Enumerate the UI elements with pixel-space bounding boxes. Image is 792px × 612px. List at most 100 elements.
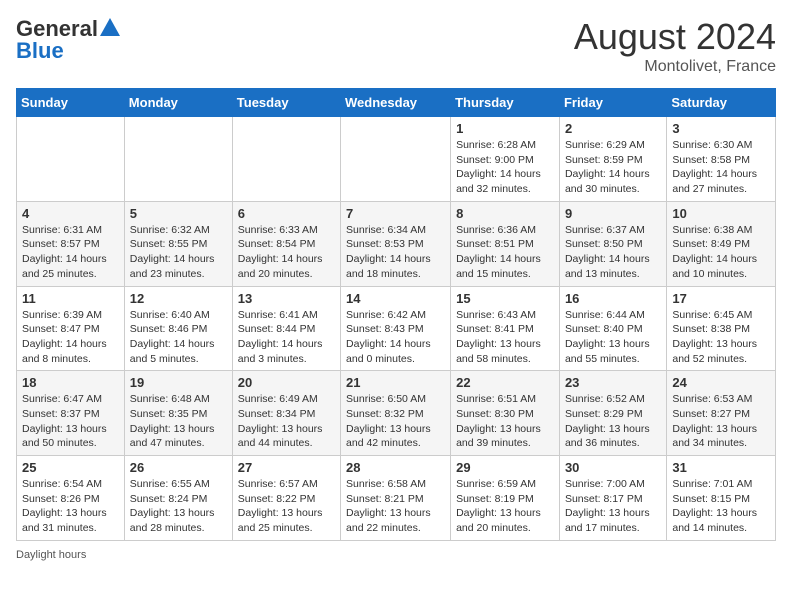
- day-info: Sunrise: 6:39 AMSunset: 8:47 PMDaylight:…: [22, 308, 119, 367]
- day-number: 15: [456, 291, 554, 306]
- logo-triangle-icon: [100, 18, 120, 36]
- calendar-cell: 30 Sunrise: 7:00 AMSunset: 8:17 PMDayligh…: [559, 456, 666, 541]
- day-info: Sunrise: 6:59 AMSunset: 8:19 PMDaylight:…: [456, 477, 554, 536]
- day-number: 3: [672, 121, 770, 136]
- calendar-cell: [341, 117, 451, 202]
- calendar-cell: 25 Sunrise: 6:54 AMSunset: 8:26 PMDayligh…: [17, 456, 125, 541]
- day-info: Sunrise: 6:58 AMSunset: 8:21 PMDaylight:…: [346, 477, 445, 536]
- day-info: Sunrise: 6:48 AMSunset: 8:35 PMDaylight:…: [130, 392, 227, 451]
- day-info: Sunrise: 6:44 AMSunset: 8:40 PMDaylight:…: [565, 308, 661, 367]
- day-info: Sunrise: 6:52 AMSunset: 8:29 PMDaylight:…: [565, 392, 661, 451]
- day-number: 5: [130, 206, 227, 221]
- day-number: 14: [346, 291, 445, 306]
- day-number: 24: [672, 375, 770, 390]
- day-number: 29: [456, 460, 554, 475]
- day-info: Sunrise: 6:53 AMSunset: 8:27 PMDaylight:…: [672, 392, 770, 451]
- day-info: Sunrise: 6:55 AMSunset: 8:24 PMDaylight:…: [130, 477, 227, 536]
- calendar-cell: 6 Sunrise: 6:33 AMSunset: 8:54 PMDaylight…: [232, 201, 340, 286]
- day-number: 7: [346, 206, 445, 221]
- calendar-cell: 13 Sunrise: 6:41 AMSunset: 8:44 PMDayligh…: [232, 286, 340, 371]
- day-info: Sunrise: 6:29 AMSunset: 8:59 PMDaylight:…: [565, 138, 661, 197]
- day-number: 30: [565, 460, 661, 475]
- day-number: 12: [130, 291, 227, 306]
- day-number: 16: [565, 291, 661, 306]
- calendar-cell: 20 Sunrise: 6:49 AMSunset: 8:34 PMDayligh…: [232, 371, 340, 456]
- day-info: Sunrise: 6:38 AMSunset: 8:49 PMDaylight:…: [672, 223, 770, 282]
- calendar-cell: 15Sunrise: 6:43 AMSunset: 8:41 PMDayligh…: [451, 286, 560, 371]
- day-number: 31: [672, 460, 770, 475]
- day-info: Sunrise: 6:57 AMSunset: 8:22 PMDaylight:…: [238, 477, 335, 536]
- calendar-cell: 7 Sunrise: 6:34 AMSunset: 8:53 PMDaylight…: [341, 201, 451, 286]
- calendar-table: SundayMondayTuesdayWednesdayThursdayFrid…: [16, 88, 776, 541]
- header: General Blue August 2024 Montolivet, Fra…: [16, 16, 776, 76]
- day-info: Sunrise: 6:31 AMSunset: 8:57 PMDaylight:…: [22, 223, 119, 282]
- week-row-2: 4 Sunrise: 6:31 AMSunset: 8:57 PMDaylight…: [17, 201, 776, 286]
- day-number: 21: [346, 375, 445, 390]
- day-number: 20: [238, 375, 335, 390]
- calendar-cell: 8 Sunrise: 6:36 AMSunset: 8:51 PMDaylight…: [451, 201, 560, 286]
- day-header-saturday: Saturday: [667, 89, 776, 117]
- calendar-cell: 21 Sunrise: 6:50 AMSunset: 8:32 PMDayligh…: [341, 371, 451, 456]
- day-number: 27: [238, 460, 335, 475]
- calendar-cell: 29 Sunrise: 6:59 AMSunset: 8:19 PMDayligh…: [451, 456, 560, 541]
- logo: General Blue: [16, 16, 120, 64]
- week-row-3: 11 Sunrise: 6:39 AMSunset: 8:47 PMDayligh…: [17, 286, 776, 371]
- calendar-cell: 5 Sunrise: 6:32 AMSunset: 8:55 PMDaylight…: [124, 201, 232, 286]
- day-info: Sunrise: 6:42 AMSunset: 8:43 PMDaylight:…: [346, 308, 445, 367]
- day-number: 11: [22, 291, 119, 306]
- day-number: 1: [456, 121, 554, 136]
- day-info: Sunrise: 6:51 AMSunset: 8:30 PMDaylight:…: [456, 392, 554, 451]
- week-row-4: 18Sunrise: 6:47 AMSunset: 8:37 PMDayligh…: [17, 371, 776, 456]
- day-info: Sunrise: 6:45 AMSunset: 8:38 PMDaylight:…: [672, 308, 770, 367]
- day-number: 23: [565, 375, 661, 390]
- calendar-cell: 23 Sunrise: 6:52 AMSunset: 8:29 PMDayligh…: [559, 371, 666, 456]
- location: Montolivet, France: [574, 58, 776, 76]
- day-header-thursday: Thursday: [451, 89, 560, 117]
- day-info: Sunrise: 6:49 AMSunset: 8:34 PMDaylight:…: [238, 392, 335, 451]
- week-row-1: 1 Sunrise: 6:28 AMSunset: 9:00 PMDaylight…: [17, 117, 776, 202]
- calendar-cell: [232, 117, 340, 202]
- day-number: 17: [672, 291, 770, 306]
- calendar-cell: 24 Sunrise: 6:53 AMSunset: 8:27 PMDayligh…: [667, 371, 776, 456]
- day-info: Sunrise: 6:41 AMSunset: 8:44 PMDaylight:…: [238, 308, 335, 367]
- day-info: Sunrise: 6:30 AMSunset: 8:58 PMDaylight:…: [672, 138, 770, 197]
- day-number: 8: [456, 206, 554, 221]
- day-info: Sunrise: 7:00 AMSunset: 8:17 PMDaylight:…: [565, 477, 661, 536]
- logo-blue: Blue: [16, 38, 64, 64]
- day-number: 4: [22, 206, 119, 221]
- calendar-cell: 31 Sunrise: 7:01 AMSunset: 8:15 PMDayligh…: [667, 456, 776, 541]
- calendar-cell: 22Sunrise: 6:51 AMSunset: 8:30 PMDayligh…: [451, 371, 560, 456]
- calendar-cell: 14 Sunrise: 6:42 AMSunset: 8:43 PMDayligh…: [341, 286, 451, 371]
- day-info: Sunrise: 6:50 AMSunset: 8:32 PMDaylight:…: [346, 392, 445, 451]
- day-info: Sunrise: 6:54 AMSunset: 8:26 PMDaylight:…: [22, 477, 119, 536]
- day-number: 6: [238, 206, 335, 221]
- day-number: 13: [238, 291, 335, 306]
- day-number: 19: [130, 375, 227, 390]
- day-number: 10: [672, 206, 770, 221]
- calendar-cell: 27 Sunrise: 6:57 AMSunset: 8:22 PMDayligh…: [232, 456, 340, 541]
- day-header-sunday: Sunday: [17, 89, 125, 117]
- calendar-cell: 3 Sunrise: 6:30 AMSunset: 8:58 PMDaylight…: [667, 117, 776, 202]
- calendar-cell: 9 Sunrise: 6:37 AMSunset: 8:50 PMDaylight…: [559, 201, 666, 286]
- calendar-cell: 17 Sunrise: 6:45 AMSunset: 8:38 PMDayligh…: [667, 286, 776, 371]
- calendar-cell: 10 Sunrise: 6:38 AMSunset: 8:49 PMDayligh…: [667, 201, 776, 286]
- calendar-cell: [124, 117, 232, 202]
- day-info: Sunrise: 6:32 AMSunset: 8:55 PMDaylight:…: [130, 223, 227, 282]
- calendar-cell: 26Sunrise: 6:55 AMSunset: 8:24 PMDayligh…: [124, 456, 232, 541]
- day-info: Sunrise: 7:01 AMSunset: 8:15 PMDaylight:…: [672, 477, 770, 536]
- day-number: 25: [22, 460, 119, 475]
- day-number: 9: [565, 206, 661, 221]
- day-info: Sunrise: 6:33 AMSunset: 8:54 PMDaylight:…: [238, 223, 335, 282]
- header-row: SundayMondayTuesdayWednesdayThursdayFrid…: [17, 89, 776, 117]
- day-info: Sunrise: 6:37 AMSunset: 8:50 PMDaylight:…: [565, 223, 661, 282]
- day-header-tuesday: Tuesday: [232, 89, 340, 117]
- day-info: Sunrise: 6:47 AMSunset: 8:37 PMDaylight:…: [22, 392, 119, 451]
- month-title: August 2024: [574, 16, 776, 58]
- day-number: 2: [565, 121, 661, 136]
- day-info: Sunrise: 6:34 AMSunset: 8:53 PMDaylight:…: [346, 223, 445, 282]
- day-info: Sunrise: 6:36 AMSunset: 8:51 PMDaylight:…: [456, 223, 554, 282]
- calendar-cell: 12Sunrise: 6:40 AMSunset: 8:46 PMDayligh…: [124, 286, 232, 371]
- day-info: Sunrise: 6:28 AMSunset: 9:00 PMDaylight:…: [456, 138, 554, 197]
- calendar-cell: 11 Sunrise: 6:39 AMSunset: 8:47 PMDayligh…: [17, 286, 125, 371]
- day-number: 28: [346, 460, 445, 475]
